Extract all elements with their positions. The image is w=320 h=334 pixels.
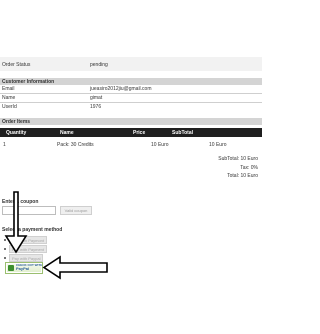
- down-arrow-icon: [4, 191, 28, 254]
- annotation-arrows: [4, 191, 108, 280]
- left-arrow-icon: [42, 255, 108, 280]
